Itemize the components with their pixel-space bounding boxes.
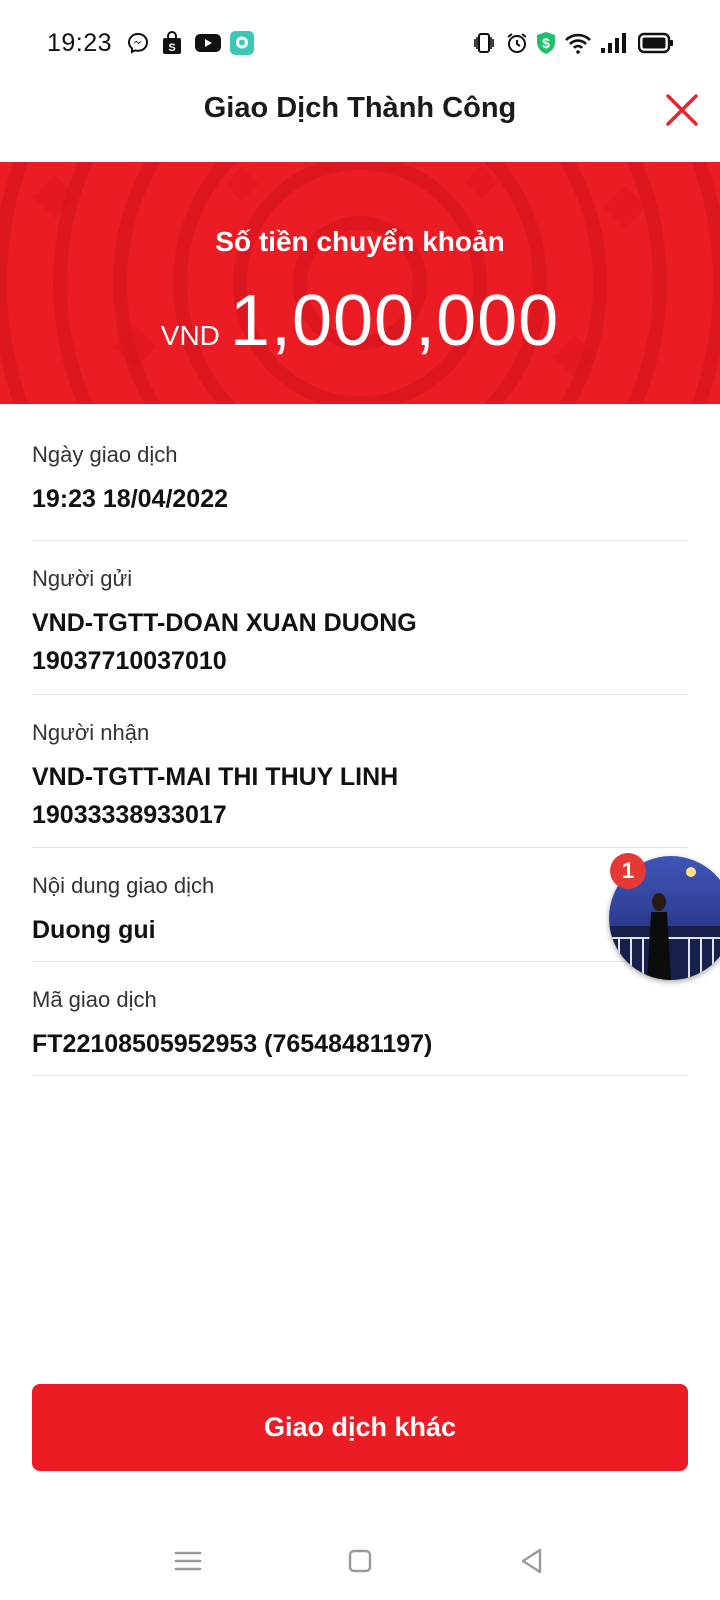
status-time: 19:23: [47, 29, 113, 57]
back-triangle-icon[interactable]: [514, 1543, 550, 1579]
content-label: Nội dung giao dịch: [32, 873, 215, 898]
chat-app-icon: [230, 31, 254, 55]
youtube-icon: [195, 31, 221, 55]
receiver-account: 19033338933017: [32, 801, 227, 829]
amount-value: 1,000,000: [229, 281, 560, 361]
home-square-icon[interactable]: [342, 1543, 378, 1579]
detail-row-receiver: Người nhận VND-TGTT-MAI THI THUY LINH 19…: [32, 695, 688, 848]
code-label: Mã giao dịch: [32, 987, 157, 1012]
detail-row-content: Nội dung giao dịch Duong gui: [32, 848, 688, 962]
dollar-shield-icon: $: [535, 31, 557, 55]
receiver-label: Người nhận: [32, 720, 150, 745]
status-bar: 19:23 S $: [0, 0, 720, 90]
battery-icon: [638, 31, 674, 55]
shopping-bag-icon: S: [161, 31, 183, 55]
vibrate-icon: [472, 31, 496, 55]
notification-badge: 1: [610, 853, 646, 889]
close-icon[interactable]: [662, 90, 702, 130]
sender-name: VND-TGTT-DOAN XUAN DUONG: [32, 609, 417, 637]
alarm-icon: [505, 31, 529, 55]
sender-label: Người gửi: [32, 566, 133, 591]
wifi-icon: [564, 31, 592, 55]
receiver-name: VND-TGTT-MAI THI THUY LINH: [32, 763, 399, 791]
content-value: Duong gui: [32, 916, 156, 944]
detail-row-code: Mã giao dịch FT22108505952953 (765484811…: [32, 962, 688, 1076]
currency-label: VND: [160, 320, 220, 351]
svg-text:$: $: [542, 35, 550, 51]
transfer-amount-label: Số tiền chuyển khoản: [215, 226, 505, 257]
page-title: Giao Dịch Thành Công: [203, 92, 517, 124]
svg-text:S: S: [168, 42, 175, 54]
detail-row-sender: Người gửi VND-TGTT-DOAN XUAN DUONG 19037…: [32, 541, 688, 695]
close-button[interactable]: [662, 90, 702, 130]
detail-row-date: Ngày giao dịch 19:23 18/04/2022: [32, 404, 688, 541]
amount-row: VND 1,000,000: [0, 280, 720, 362]
date-label: Ngày giao dịch: [32, 442, 178, 467]
signal-icon: [600, 31, 626, 55]
sender-account: 19037710037010: [32, 647, 227, 675]
amount-banner: Số tiền chuyển khoản VND 1,000,000: [0, 162, 720, 404]
code-value: FT22108505952953 (76548481197): [32, 1030, 433, 1058]
header: Giao Dịch Thành Công: [0, 90, 720, 162]
other-transaction-button[interactable]: Giao dịch khác: [32, 1384, 688, 1471]
transaction-details: Ngày giao dịch 19:23 18/04/2022 Người gử…: [32, 404, 688, 1076]
menu-icon[interactable]: [170, 1543, 206, 1579]
system-nav-bar: [0, 1520, 720, 1600]
date-value: 19:23 18/04/2022: [32, 485, 229, 513]
messenger-icon: [126, 31, 150, 55]
